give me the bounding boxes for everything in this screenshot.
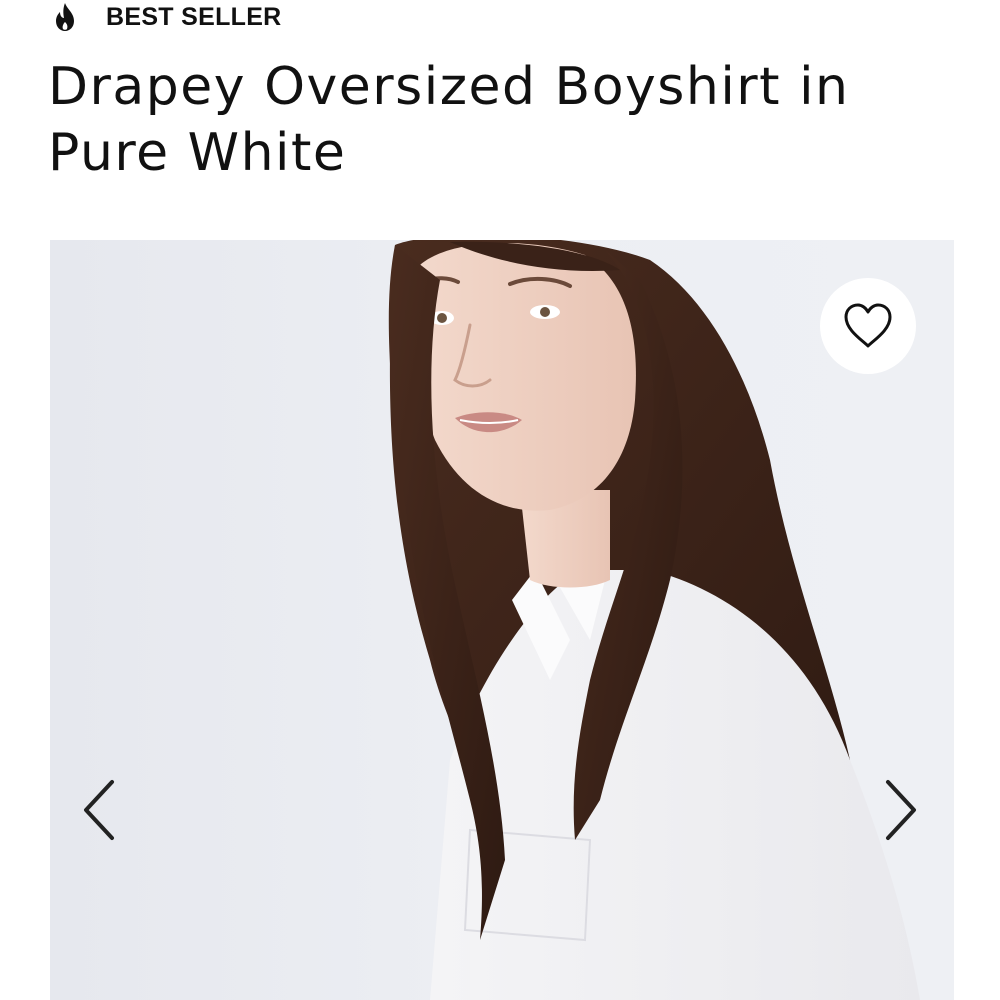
flame-icon [50,0,80,34]
favorite-button[interactable] [820,278,916,374]
best-seller-label: BEST SELLER [106,2,282,31]
previous-image-button[interactable] [70,775,130,845]
heart-outline-icon [844,303,892,348]
best-seller-badge: BEST SELLER [50,0,282,34]
product-title: Drapey Oversized Boyshirt in Pure White [48,57,850,183]
chevron-right-icon [886,780,916,840]
product-image-gallery[interactable] [50,240,954,1000]
chevron-left-icon [84,780,114,840]
next-image-button[interactable] [870,775,930,845]
product-photo [388,240,920,1000]
